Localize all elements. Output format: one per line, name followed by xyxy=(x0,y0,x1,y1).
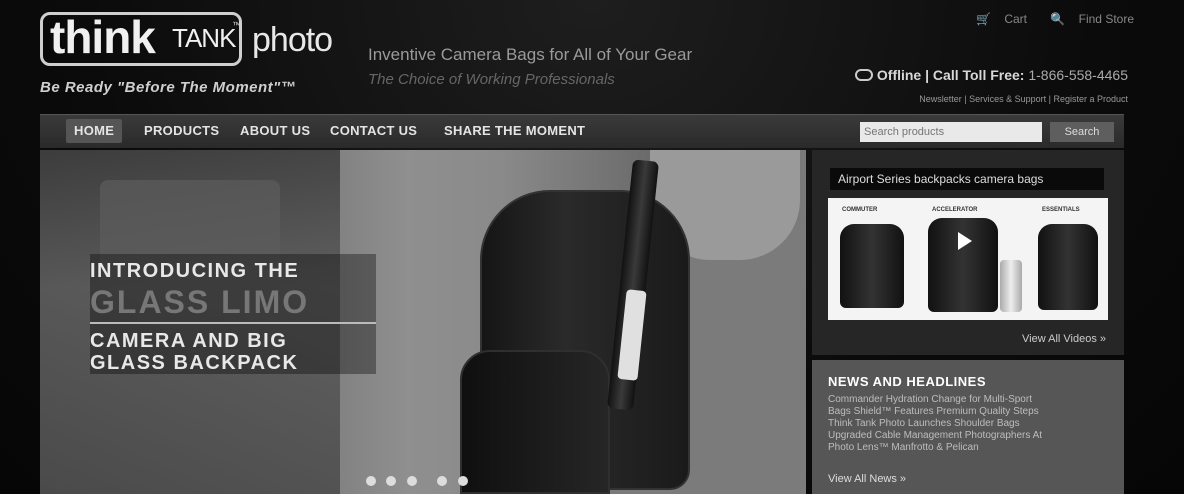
nav-about-us[interactable]: ABOUT US xyxy=(240,123,310,139)
search-input[interactable] xyxy=(860,122,1042,142)
video-label-commuter: COMMUTER xyxy=(842,207,878,213)
news-panel: NEWS AND HEADLINES Commander Hydration C… xyxy=(812,360,1124,494)
view-all-videos-link[interactable]: View All Videos » xyxy=(1022,332,1106,346)
hero-headline: INTRODUCING THE GLASS LIMO CAMERA AND BI… xyxy=(90,254,376,374)
cart-label: Cart xyxy=(1004,12,1027,26)
nav-contact-us[interactable]: CONTACT US xyxy=(330,123,417,139)
video-title: Airport Series backpacks camera bags xyxy=(830,168,1104,190)
bag-commuter-image xyxy=(840,224,904,308)
top-links: 🛒 Cart 🔍 Find Store xyxy=(956,12,1134,26)
hero-line-2: GLASS LIMO xyxy=(90,284,376,324)
video-panel: Airport Series backpacks camera bags COM… xyxy=(812,150,1124,355)
video-player[interactable]: COMMUTER ACCELERATOR ESSENTIALS xyxy=(828,198,1108,320)
search-icon: 🔍 xyxy=(1050,12,1066,26)
search-button[interactable]: Search xyxy=(1050,122,1114,142)
find-store-link[interactable]: 🔍 Find Store xyxy=(1040,12,1134,26)
contact-line: Offline | Call Toll Free: 1-866-558-4465 xyxy=(854,67,1128,83)
carousel-dot-1[interactable] xyxy=(366,476,376,486)
phone-number: 1-866-558-4465 xyxy=(1028,67,1128,83)
call-label: | Call Toll Free: xyxy=(925,67,1025,83)
hero-backpack-secondary xyxy=(460,350,610,494)
carousel-dot-5[interactable] xyxy=(457,476,468,486)
video-label-accelerator: ACCELERATOR xyxy=(932,207,978,213)
nav-home[interactable]: HOME xyxy=(66,119,123,143)
hero-banner[interactable]: INTRODUCING THE GLASS LIMO CAMERA AND BI… xyxy=(40,150,806,494)
bag-essentials-image xyxy=(1038,224,1098,310)
news-heading: NEWS AND HEADLINES xyxy=(828,374,987,389)
hero-line-3: CAMERA AND BIG xyxy=(90,330,288,352)
carousel-dot-3[interactable] xyxy=(406,476,417,486)
view-all-news-link[interactable]: View All News » xyxy=(828,472,906,486)
play-icon[interactable] xyxy=(958,232,972,250)
carousel-dot-2[interactable] xyxy=(386,476,397,486)
tagline-primary: Inventive Camera Bags for All of Your Ge… xyxy=(368,45,693,64)
logo-trademark: ™ xyxy=(232,20,241,30)
logo-think-text: think xyxy=(50,11,156,63)
tagline-secondary: The Choice of Working Professionals xyxy=(368,71,615,88)
site-logo[interactable]: think TANK ™ photo Be Ready "Before The … xyxy=(40,10,340,96)
logo-tank-text: TANK xyxy=(172,23,236,53)
news-items[interactable]: Commander Hydration Change for Multi-Spo… xyxy=(828,394,1056,454)
logo-slogan: Be Ready "Before The Moment"™ xyxy=(40,79,297,96)
nav-share-the-moment[interactable]: SHARE THE MOMENT xyxy=(444,123,585,139)
hero-line-1: INTRODUCING THE xyxy=(90,260,300,282)
main-nav: HOME PRODUCTS ABOUT US CONTACT US SHARE … xyxy=(40,114,1124,148)
video-label-essentials: ESSENTIALS xyxy=(1042,207,1080,213)
nav-products[interactable]: PRODUCTS xyxy=(144,123,219,139)
cart-icon: 🛒 xyxy=(976,12,991,26)
chat-status[interactable]: Offline xyxy=(877,67,921,83)
find-store-label: Find Store xyxy=(1078,12,1134,26)
carousel-dot-4[interactable] xyxy=(437,476,448,486)
utility-links[interactable]: Newsletter | Services & Support | Regist… xyxy=(919,94,1128,104)
cart-link[interactable]: 🛒 Cart xyxy=(966,12,1030,26)
chat-icon xyxy=(854,69,873,81)
logo-photo-text: photo xyxy=(252,21,333,59)
bottle-image xyxy=(1000,260,1022,312)
carousel-dots xyxy=(366,473,474,486)
page: think TANK ™ photo Be Ready "Before The … xyxy=(0,0,1184,494)
hero-line-4: GLASS BACKPACK xyxy=(90,352,299,374)
